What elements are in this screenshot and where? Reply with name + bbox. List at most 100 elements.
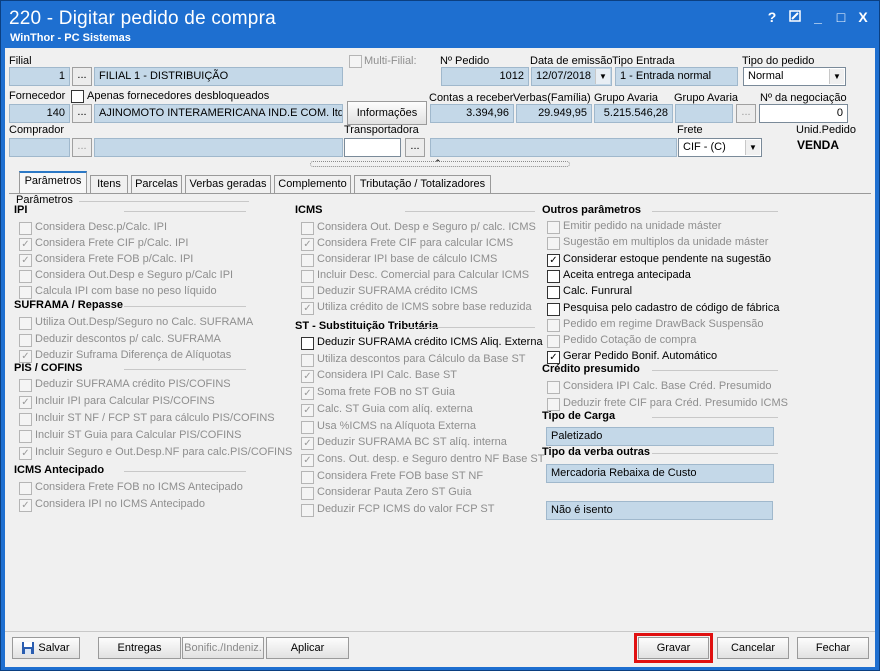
st-option-checkbox[interactable] <box>301 420 314 434</box>
comprador-name-field[interactable] <box>94 138 343 157</box>
ipi-title: IPI <box>14 204 28 216</box>
comprador-search-button[interactable]: ... <box>72 138 92 157</box>
tab-parametros[interactable]: Parâmetros <box>19 171 87 194</box>
collapse-up-icon[interactable]: ⌃ <box>434 158 442 169</box>
outros-option-checkbox[interactable] <box>547 221 560 234</box>
st-option-checkbox[interactable]: ✓ <box>301 370 314 384</box>
ipi-option-checkbox[interactable] <box>19 286 32 299</box>
pis-option-checkbox[interactable] <box>19 379 32 392</box>
st-option-checkbox[interactable] <box>301 353 314 367</box>
outros-option-checkbox[interactable] <box>547 269 560 283</box>
grupo-avaria2-field[interactable] <box>675 104 733 123</box>
outros-option-checkbox[interactable]: ✓ <box>547 253 560 267</box>
st-option-checkbox[interactable]: ✓ <box>301 453 314 467</box>
negociacao-field[interactable]: 0 <box>759 104 848 123</box>
filial-search-button[interactable]: ... <box>72 67 92 86</box>
fornecedor-label: Fornecedor <box>9 90 66 102</box>
informacoes-button[interactable]: Informações <box>347 101 427 125</box>
num-pedido-field[interactable]: 1012 <box>441 67 529 86</box>
comprador-code-field[interactable] <box>9 138 70 157</box>
verbas-field[interactable]: 29.949,95 <box>516 104 592 123</box>
st-option-checkbox[interactable] <box>301 487 314 501</box>
st-option-checkbox[interactable]: ✓ <box>301 437 314 451</box>
data-emissao-value: 12/07/2018 <box>536 70 592 82</box>
fornecedor-search-button[interactable]: ... <box>72 104 92 123</box>
frete-select[interactable]: CIF - (C) ▼ <box>678 138 762 157</box>
contas-receber-field[interactable]: 3.394,96 <box>430 104 514 123</box>
tipo-carga-field[interactable]: Paletizado <box>546 427 774 446</box>
icmsant-option-checkbox[interactable]: ✓ <box>19 499 32 512</box>
filial-code-field[interactable]: 1 <box>9 67 70 86</box>
outros-option-label: Pedido Cotação de compra <box>563 334 697 347</box>
maximize-icon[interactable]: □ <box>832 9 850 25</box>
salvar-button[interactable]: Salvar <box>12 637 80 659</box>
credito-option-checkbox[interactable] <box>547 381 560 394</box>
filial-name-field[interactable]: FILIAL 1 - DISTRIBUIÇÃO <box>94 67 343 86</box>
tipo-entrada-field[interactable]: 1 - Entrada normal <box>615 67 738 86</box>
ipi-option-checkbox[interactable]: ✓ <box>19 254 32 267</box>
icms-option-checkbox[interactable] <box>301 254 314 267</box>
grupo-avaria-search-button[interactable]: ... <box>736 104 756 123</box>
multi-filial-checkbox[interactable] <box>349 55 362 68</box>
transportadora-search-button[interactable]: ... <box>405 138 425 157</box>
gravar-button[interactable]: Gravar <box>634 633 713 663</box>
grupo-avaria-field[interactable]: 5.215.546,28 <box>594 104 673 123</box>
close-icon[interactable]: X <box>854 9 872 25</box>
help-icon[interactable]: ? <box>763 9 781 25</box>
suframa-option-label: Deduzir descontos p/ calc. SUFRAMA <box>35 332 221 345</box>
tab-parcelas[interactable]: Parcelas <box>131 175 182 193</box>
tipo-pedido-select[interactable]: Normal ▼ <box>743 67 846 86</box>
suframa-option-checkbox[interactable] <box>19 317 32 330</box>
st-title: ST - Substituição Tributária <box>295 320 439 332</box>
credito-option-checkbox[interactable] <box>547 397 560 411</box>
apenas-desbloqueados-checkbox[interactable] <box>71 90 84 103</box>
pis-option-checkbox[interactable] <box>19 413 32 426</box>
outros-option-checkbox[interactable] <box>547 286 560 300</box>
st-option-label: Deduzir FCP ICMS do valor FCP ST <box>317 503 495 515</box>
tab-complemento[interactable]: Complemento <box>274 175 351 193</box>
transportadora-code-field[interactable] <box>344 138 401 157</box>
st-option-checkbox[interactable] <box>301 470 314 484</box>
tab-itens[interactable]: Itens <box>90 175 128 193</box>
pis-option-checkbox[interactable] <box>19 430 32 443</box>
edit-icon[interactable] <box>786 9 804 25</box>
data-emissao-field[interactable]: 12/07/2018 ▼ <box>531 67 612 86</box>
calendar-dropdown-icon[interactable]: ▼ <box>595 69 610 84</box>
isento-field[interactable]: Não é isento <box>546 501 773 520</box>
st-option-checkbox[interactable]: ✓ <box>301 387 314 401</box>
icms-option-checkbox[interactable]: ✓ <box>301 302 314 315</box>
fechar-button[interactable]: Fechar <box>797 637 869 659</box>
pis-cofins-title-line <box>124 369 246 370</box>
st-option-checkbox[interactable] <box>301 337 314 350</box>
st-option-checkbox[interactable]: ✓ <box>301 403 314 417</box>
ipi-option-checkbox[interactable] <box>19 270 32 283</box>
transportadora-name-field[interactable] <box>430 138 677 157</box>
aplicar-button[interactable]: Aplicar <box>266 637 349 659</box>
minimize-icon[interactable]: _ <box>809 9 827 25</box>
fornecedor-name-field[interactable]: AJINOMOTO INTERAMERICANA IND.E COM. ltda <box>94 104 343 123</box>
outros-option-label: Pesquisa pelo cadastro de código de fábr… <box>563 301 780 314</box>
tab-tributacao[interactable]: Tributação / Totalizadores <box>354 175 491 193</box>
icms-option-checkbox[interactable] <box>301 222 314 235</box>
fornecedor-code-field[interactable]: 140 <box>9 104 70 123</box>
outros-option-checkbox[interactable] <box>547 318 560 332</box>
bonificacao-button[interactable]: Bonific./Indeniz. <box>182 637 264 659</box>
verbas-label: Verbas(Família) <box>513 92 591 104</box>
tipo-verba-field[interactable]: Mercadoria Rebaixa de Custo <box>546 464 774 483</box>
ipi-option-checkbox[interactable] <box>19 222 32 235</box>
tab-verbas-geradas[interactable]: Verbas geradas <box>185 175 271 193</box>
outros-option-checkbox[interactable] <box>547 237 560 251</box>
outros-option-checkbox[interactable] <box>547 335 560 349</box>
cancelar-button[interactable]: Cancelar <box>717 637 789 659</box>
outros-option-checkbox[interactable] <box>547 302 560 316</box>
pis-option-checkbox[interactable]: ✓ <box>19 447 32 460</box>
icms-option-checkbox[interactable] <box>301 286 314 299</box>
icmsant-option-checkbox[interactable] <box>19 482 32 495</box>
icms-option-checkbox[interactable]: ✓ <box>301 238 314 251</box>
ipi-option-checkbox[interactable]: ✓ <box>19 238 32 251</box>
st-option-checkbox[interactable] <box>301 504 314 517</box>
icms-option-checkbox[interactable] <box>301 270 314 283</box>
entregas-button[interactable]: Entregas <box>98 637 181 659</box>
pis-option-checkbox[interactable]: ✓ <box>19 396 32 409</box>
suframa-option-checkbox[interactable] <box>19 333 32 347</box>
